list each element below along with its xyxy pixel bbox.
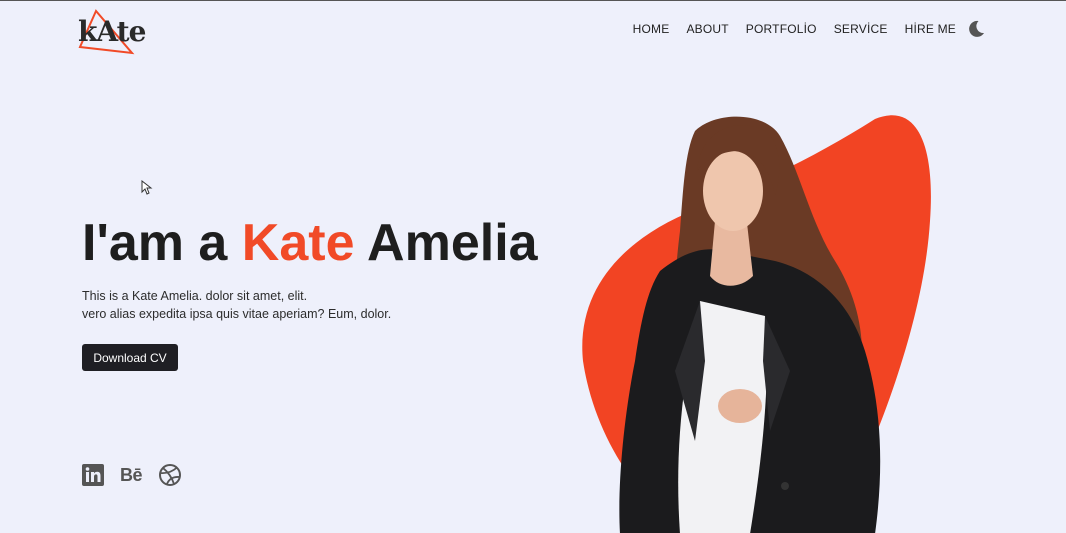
- hero-desc-line1: This is a Kate Amelia. dolor sit amet, e…: [82, 289, 308, 303]
- linkedin-link[interactable]: [82, 464, 104, 486]
- social-links: Bē: [82, 463, 198, 487]
- hero-title: I'am a Kate Amelia: [82, 213, 538, 273]
- dribbble-icon: [159, 464, 182, 486]
- nav-hire-me[interactable]: HİRE ME: [905, 22, 956, 36]
- logo-text: kAte: [78, 15, 146, 48]
- hero-desc-line2: vero alias expedita ipsa quis vitae aper…: [82, 307, 392, 321]
- linkedin-icon: [82, 464, 104, 486]
- main-nav: HOME ABOUT PORTFOLİO SERVİCE HİRE ME: [616, 19, 986, 39]
- mouse-cursor-icon: [141, 180, 153, 195]
- logo[interactable]: kAte: [76, 9, 146, 55]
- hero-description: This is a Kate Amelia. dolor sit amet, e…: [82, 287, 391, 323]
- hero-title-prefix: I'am a: [82, 214, 242, 272]
- hand-shape: [718, 389, 762, 423]
- download-cv-button[interactable]: Download CV: [82, 344, 178, 371]
- hero-title-accent: Kate: [241, 214, 355, 272]
- nav-service[interactable]: SERVİCE: [834, 22, 888, 36]
- behance-icon[interactable]: Bē: [120, 465, 143, 486]
- nav-portfolio[interactable]: PORTFOLİO: [746, 22, 817, 36]
- hero-title-suffix: Amelia: [354, 214, 538, 272]
- coat-button: [781, 482, 789, 490]
- nav-home[interactable]: HOME: [633, 22, 670, 36]
- hero-portrait: [575, 111, 945, 533]
- dribbble-link[interactable]: [158, 463, 182, 487]
- moon-icon[interactable]: [966, 19, 986, 39]
- portrait-illustration: [582, 115, 931, 533]
- nav-about[interactable]: ABOUT: [686, 22, 728, 36]
- face-shape: [703, 151, 763, 231]
